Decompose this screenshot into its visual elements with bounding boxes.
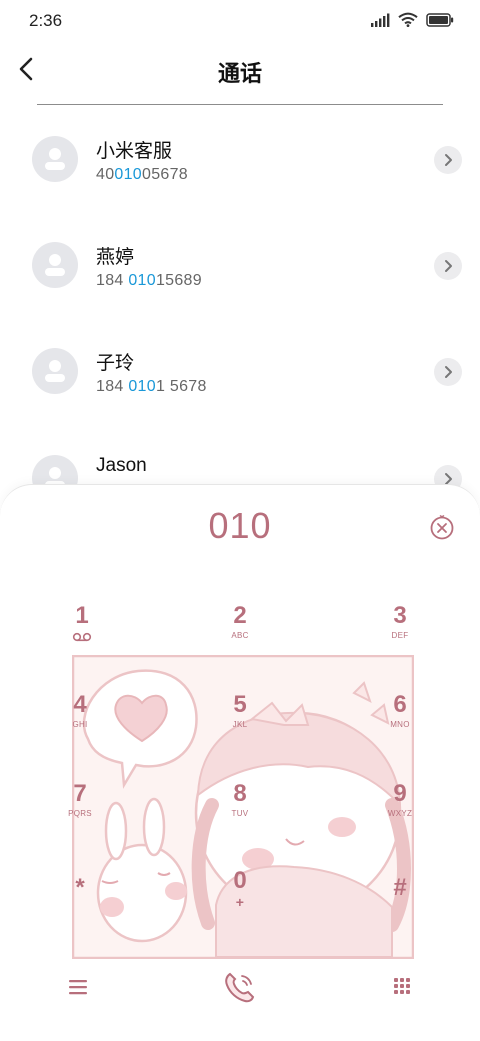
header-divider bbox=[37, 104, 443, 105]
key-1[interactable]: 1 bbox=[42, 603, 122, 667]
dial-input[interactable]: 010 bbox=[0, 505, 480, 547]
status-time: 2:36 bbox=[29, 11, 63, 30]
keypad-icon bbox=[394, 978, 410, 994]
person-icon bbox=[45, 360, 65, 382]
key-letters: JKL bbox=[232, 720, 248, 729]
voicemail-icon bbox=[72, 632, 92, 642]
chevron-right-icon bbox=[445, 154, 452, 166]
key-digit: 9 bbox=[393, 780, 407, 807]
number-match: 010 bbox=[128, 272, 156, 289]
key-letters: DEF bbox=[391, 631, 409, 640]
status-bar: 2:36 bbox=[0, 0, 480, 42]
key-9[interactable]: 9 WXYZ bbox=[360, 781, 440, 845]
number-suffix: 15689 bbox=[155, 272, 202, 289]
chevron-right-icon bbox=[445, 366, 452, 378]
key-hash[interactable]: # bbox=[360, 875, 440, 939]
person-icon bbox=[45, 254, 65, 276]
contact-number: 184 01015689 bbox=[96, 272, 202, 290]
contact-name: 子玲 bbox=[96, 353, 135, 374]
key-digit: 7 bbox=[73, 780, 87, 807]
avatar bbox=[32, 348, 78, 394]
delete-icon bbox=[430, 514, 454, 540]
key-digit: 6 bbox=[393, 691, 407, 718]
key-6[interactable]: 6 MNO bbox=[360, 692, 440, 756]
phone-icon bbox=[225, 972, 255, 1003]
menu-button[interactable] bbox=[58, 967, 98, 1007]
key-digit: 5 bbox=[233, 691, 247, 718]
key-digit: 2 bbox=[233, 602, 247, 629]
contact-detail-button[interactable] bbox=[434, 358, 462, 386]
contact-row[interactable]: 子玲 184 0101 5678 bbox=[0, 335, 480, 415]
key-digit: 4 bbox=[73, 691, 87, 718]
contact-number: 184 0101 5678 bbox=[96, 378, 207, 396]
key-2[interactable]: 2 ABC bbox=[200, 603, 280, 667]
contact-row[interactable]: 燕婷 184 01015689 bbox=[0, 229, 480, 309]
key-8[interactable]: 8 TUV bbox=[200, 781, 280, 845]
number-prefix: 184 bbox=[96, 272, 129, 289]
key-digit: * bbox=[75, 874, 85, 901]
key-5[interactable]: 5 JKL bbox=[200, 692, 280, 756]
number-match: 010 bbox=[128, 378, 156, 395]
key-letters: GHI bbox=[72, 720, 88, 729]
key-digit: 8 bbox=[233, 780, 247, 807]
key-digit: # bbox=[393, 874, 407, 901]
key-letters: ABC bbox=[231, 631, 249, 640]
page-title: 通话 bbox=[217, 61, 262, 86]
chevron-right-icon bbox=[445, 260, 452, 272]
key-0[interactable]: 0 + bbox=[200, 868, 280, 932]
key-letters: PQRS bbox=[68, 809, 92, 818]
key-digit: 0 bbox=[233, 867, 247, 894]
key-3[interactable]: 3 DEF bbox=[360, 603, 440, 667]
person-icon bbox=[45, 148, 65, 170]
key-letters: MNO bbox=[390, 720, 410, 729]
contact-row[interactable]: 小米客服 4001005678 bbox=[0, 123, 480, 203]
key-4[interactable]: 4 GHI bbox=[40, 692, 120, 756]
header: 通话 bbox=[0, 42, 480, 104]
contact-number: 4001005678 bbox=[96, 166, 188, 184]
contact-detail-button[interactable] bbox=[434, 146, 462, 174]
avatar bbox=[32, 242, 78, 288]
dialpad-panel: 010 1 2 ABC 3 DEF 4 GHI 5 JKL 6 MNO 7 PQ… bbox=[0, 484, 480, 1041]
key-star[interactable]: * bbox=[40, 875, 120, 939]
key-digit: 1 bbox=[75, 602, 89, 629]
key-7[interactable]: 7 PQRS bbox=[40, 781, 120, 845]
number-prefix: 40 bbox=[96, 166, 115, 183]
contact-name: 燕婷 bbox=[96, 247, 135, 268]
status-icons bbox=[370, 12, 454, 27]
key-letters: TUV bbox=[231, 809, 249, 818]
number-match: 010 bbox=[114, 166, 143, 183]
call-button[interactable] bbox=[220, 967, 260, 1007]
wifi-icon bbox=[398, 12, 418, 27]
number-suffix: 05678 bbox=[142, 166, 189, 183]
battery-icon bbox=[426, 12, 454, 27]
keypad-toggle-button[interactable] bbox=[382, 967, 422, 1007]
avatar bbox=[32, 136, 78, 182]
signal-icon bbox=[371, 13, 390, 27]
contact-name: Jason bbox=[96, 455, 147, 476]
delete-button[interactable] bbox=[428, 513, 456, 541]
contact-name: 小米客服 bbox=[96, 141, 173, 162]
menu-icon bbox=[69, 980, 87, 995]
number-suffix: 1 5678 bbox=[155, 378, 207, 395]
contact-detail-button[interactable] bbox=[434, 252, 462, 280]
number-prefix: 184 bbox=[96, 378, 129, 395]
key-letters: WXYZ bbox=[387, 809, 413, 818]
key-letters: + bbox=[235, 894, 245, 910]
key-digit: 3 bbox=[393, 602, 407, 629]
